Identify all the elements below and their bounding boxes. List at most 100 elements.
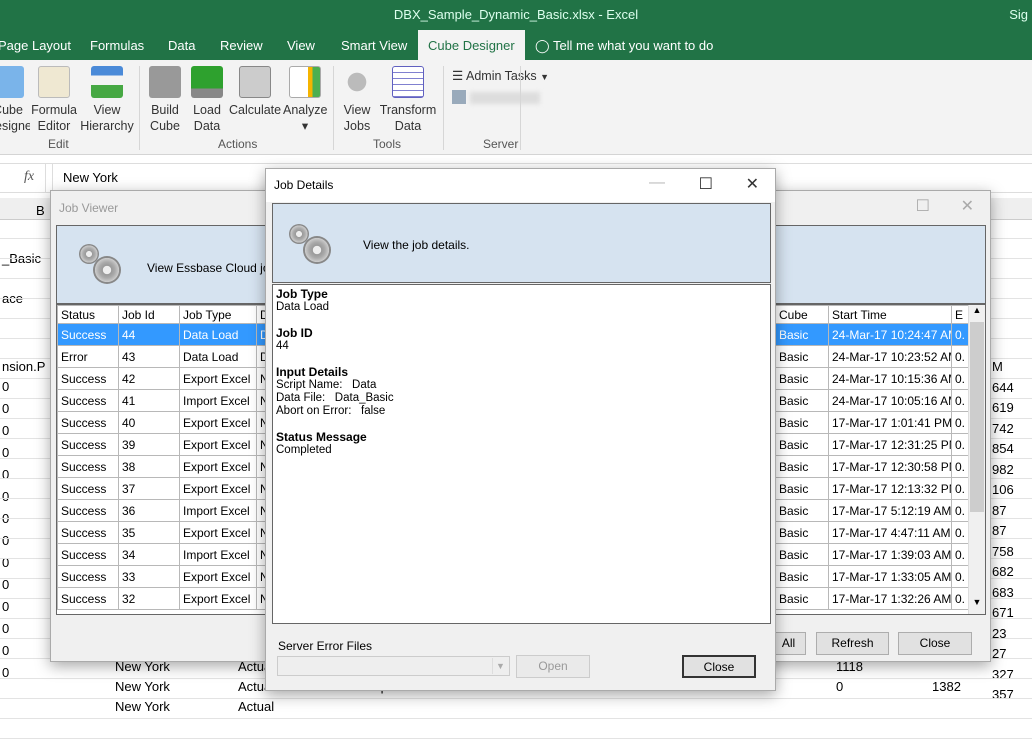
sign-in-link[interactable]: Sig <box>1009 7 1028 22</box>
cell[interactable]: 682 <box>992 564 1014 579</box>
column-header[interactable]: Job Type <box>179 305 257 324</box>
column-header[interactable]: Cube <box>775 305 829 324</box>
maximize-button[interactable]: ☐ <box>699 174 713 194</box>
load-data-button[interactable]: Load Data <box>190 66 224 134</box>
cell[interactable]: 0 <box>2 643 9 658</box>
tab-formulas[interactable]: Formulas <box>90 38 144 53</box>
column-header[interactable]: Job Id <box>118 305 180 324</box>
cell[interactable]: Actual <box>238 699 274 714</box>
table-cell: Export Excel <box>179 477 257 500</box>
cell[interactable]: 742 <box>992 421 1014 436</box>
tab-review[interactable]: Review <box>220 38 263 53</box>
tell-me-search[interactable]: ◯ Tell me what you want to do <box>535 38 713 54</box>
cell[interactable]: 87 <box>992 523 1006 538</box>
cell[interactable]: 619 <box>992 400 1014 415</box>
transform-data-button[interactable]: Transform Data <box>378 66 438 134</box>
cell[interactable]: 357 <box>992 687 1014 702</box>
cell[interactable]: 758 <box>992 544 1014 559</box>
scroll-down-arrow-icon[interactable]: ▼ <box>969 597 985 614</box>
table-cell: 17-Mar-17 4:47:11 AM <box>828 521 952 544</box>
ribbon: Cube Designer Formula Editor View Hierar… <box>0 60 1032 155</box>
gear-icon <box>303 236 331 264</box>
table-cell: Basic <box>775 411 829 434</box>
cell[interactable]: 0 <box>2 621 9 636</box>
fx-icon[interactable]: fx <box>24 169 34 185</box>
cell[interactable]: 982 <box>992 462 1014 477</box>
table-cell: 0. <box>951 565 969 588</box>
refresh-button[interactable]: Refresh <box>816 632 889 655</box>
cell[interactable]: 854 <box>992 441 1014 456</box>
column-header[interactable]: Start Time <box>828 305 952 324</box>
cell[interactable]: nsion.P <box>2 359 45 374</box>
table-cell: Import Excel <box>179 499 257 522</box>
ribbon-tabs: Page Layout Formulas Data Review View Sm… <box>0 30 1032 60</box>
table-cell: 36 <box>118 499 180 522</box>
cell[interactable]: 106 <box>992 482 1014 497</box>
show-all-button[interactable]: All <box>771 632 806 655</box>
list-icon: ☰ <box>452 69 466 83</box>
job-viewer-title: Job Viewer <box>59 201 119 215</box>
table-cell: Basic <box>775 521 829 544</box>
cell[interactable]: 644 <box>992 380 1014 395</box>
close-window-button[interactable]: ✕ <box>746 174 759 194</box>
table-cell: 17-Mar-17 12:13:32 PM <box>828 477 952 500</box>
cell[interactable]: 0 <box>2 577 9 592</box>
cell[interactable]: 0 <box>836 679 843 694</box>
table-cell: 24-Mar-17 10:05:16 AM <box>828 389 952 412</box>
tab-smart-view[interactable]: Smart View <box>341 38 407 53</box>
cell[interactable]: 0 <box>2 599 9 614</box>
formula-editor-button[interactable]: Formula Editor <box>30 66 78 134</box>
close-button[interactable]: Close <box>682 655 756 678</box>
column-header[interactable]: E <box>951 305 969 324</box>
server-error-files-select[interactable]: ▼ <box>277 656 510 676</box>
column-header[interactable]: Status <box>57 305 119 324</box>
tab-view[interactable]: View <box>287 38 315 53</box>
cell[interactable]: 87 <box>992 503 1006 518</box>
calculate-button[interactable]: Calculate <box>229 66 281 118</box>
cell[interactable]: 0 <box>2 489 9 504</box>
maximize-button[interactable]: ☐ <box>916 196 930 216</box>
tab-cube-designer[interactable]: Cube Designer <box>418 30 525 60</box>
job-details-content: Job Type Data Load Job ID 44 Input Detai… <box>272 284 771 624</box>
view-hierarchy-button[interactable]: View Hierarchy <box>80 66 134 134</box>
cube-designer-button[interactable]: Cube Designer <box>0 66 30 134</box>
table-cell: Data Load <box>179 345 257 368</box>
table-cell: Basic <box>775 499 829 522</box>
table-cell: 0. <box>951 477 969 500</box>
close-button[interactable]: Close <box>898 632 972 655</box>
job-details-banner: View the job details. <box>272 203 771 283</box>
cell[interactable]: New York <box>115 699 170 714</box>
name-box[interactable] <box>0 164 46 192</box>
gridline <box>0 718 1032 719</box>
table-cell: 17-Mar-17 12:31:25 PM <box>828 433 952 456</box>
input-details-heading: Input Details <box>276 365 349 379</box>
cell[interactable]: M <box>992 359 1003 374</box>
cell[interactable]: 0 <box>2 467 9 482</box>
calculator-icon <box>239 66 271 98</box>
minimize-button[interactable]: — <box>649 174 665 192</box>
view-jobs-button[interactable]: View Jobs <box>340 66 374 134</box>
cell[interactable]: 1382 <box>932 679 961 694</box>
job-type-heading: Job Type <box>276 287 328 301</box>
vertical-scrollbar[interactable]: ▲ ▼ <box>968 305 985 614</box>
table-cell: Basic <box>775 367 829 390</box>
title-bar: DBX_Sample_Dynamic_Basic.xlsx - Excel Si… <box>0 0 1032 30</box>
cell[interactable]: 0 <box>2 423 9 438</box>
admin-tasks-dropdown[interactable]: ☰ Admin Tasks ▼ <box>452 68 549 83</box>
cell[interactable]: 0 <box>2 533 9 548</box>
table-cell: 17-Mar-17 1:32:26 AM <box>828 587 952 610</box>
tab-data[interactable]: Data <box>168 38 195 53</box>
cell[interactable]: 0 <box>2 379 9 394</box>
tab-page-layout[interactable]: Page Layout <box>0 38 71 53</box>
analyze-button[interactable]: Analyze ▾ <box>283 66 327 134</box>
scroll-up-arrow-icon[interactable]: ▲ <box>969 305 985 322</box>
scrollbar-thumb[interactable] <box>970 322 984 512</box>
build-cube-button[interactable]: Build Cube <box>146 66 184 134</box>
table-cell: 24-Mar-17 10:24:47 AM <box>828 323 952 346</box>
close-window-button[interactable]: ✕ <box>961 196 974 216</box>
cell[interactable]: 327 <box>992 667 1014 682</box>
cell[interactable]: New York <box>115 679 170 694</box>
cell[interactable]: 0 <box>2 401 9 416</box>
column-header-b[interactable]: B <box>36 203 45 218</box>
open-button[interactable]: Open <box>516 655 590 678</box>
